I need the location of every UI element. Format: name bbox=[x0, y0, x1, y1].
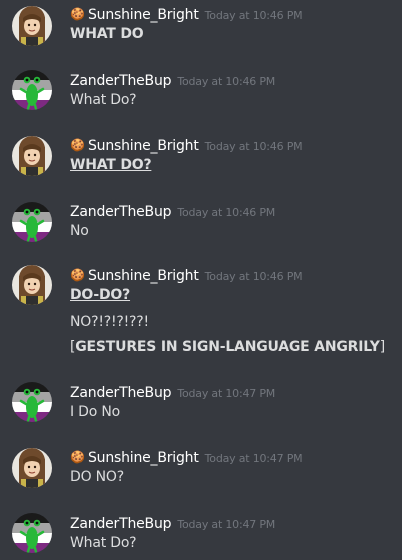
username[interactable]: Sunshine_Bright bbox=[88, 138, 199, 154]
zanderthebup-avatar[interactable] bbox=[12, 513, 52, 553]
message-header: 🍪 Sunshine_Bright Today at 10:47 PM bbox=[70, 447, 303, 466]
username[interactable]: ZanderTheBup bbox=[70, 385, 172, 401]
message-text: What Do? bbox=[70, 535, 137, 551]
timestamp[interactable]: Today at 10:46 PM bbox=[205, 270, 303, 283]
username[interactable]: Sunshine_Bright bbox=[88, 268, 199, 284]
message-text: NO?!?!?!??! bbox=[70, 314, 149, 330]
timestamp[interactable]: Today at 10:46 PM bbox=[177, 206, 275, 219]
zanderthebup-avatar[interactable] bbox=[12, 202, 52, 242]
bracket-close: ] bbox=[379, 339, 385, 355]
sunshine-bright-avatar[interactable] bbox=[12, 265, 52, 305]
username[interactable]: ZanderTheBup bbox=[70, 73, 172, 89]
message-header: ZanderTheBup Today at 10:46 PM bbox=[70, 70, 275, 89]
username[interactable]: ZanderTheBup bbox=[70, 516, 172, 532]
zanderthebup-avatar[interactable] bbox=[12, 70, 52, 110]
timestamp[interactable]: Today at 10:47 PM bbox=[205, 452, 303, 465]
message-header: 🍪 Sunshine_Bright Today at 10:46 PM bbox=[70, 4, 303, 23]
timestamp[interactable]: Today at 10:46 PM bbox=[205, 140, 303, 153]
timestamp[interactable]: Today at 10:46 PM bbox=[177, 75, 275, 88]
cookie-icon: 🍪 bbox=[70, 7, 85, 21]
message-header: 🍪 Sunshine_Bright Today at 10:46 PM bbox=[70, 265, 303, 284]
sunshine-bright-avatar[interactable] bbox=[12, 6, 52, 46]
username[interactable]: ZanderTheBup bbox=[70, 204, 172, 220]
message-text: WHAT DO? bbox=[70, 157, 152, 173]
bold-action-text: GESTURES IN SIGN-LANGUAGE ANGRILY bbox=[75, 339, 380, 355]
message-text: I Do No bbox=[70, 404, 121, 420]
message-text: No bbox=[70, 223, 89, 239]
message-text: [GESTURES IN SIGN-LANGUAGE ANGRILY] bbox=[70, 339, 385, 355]
cookie-icon: 🍪 bbox=[70, 450, 85, 464]
sunshine-bright-avatar[interactable] bbox=[12, 448, 52, 488]
cookie-icon: 🍪 bbox=[70, 268, 85, 282]
timestamp[interactable]: Today at 10:47 PM bbox=[177, 387, 275, 400]
zanderthebup-avatar[interactable] bbox=[12, 382, 52, 422]
timestamp[interactable]: Today at 10:46 PM bbox=[205, 9, 303, 22]
message-header: 🍪 Sunshine_Bright Today at 10:46 PM bbox=[70, 135, 303, 154]
username[interactable]: Sunshine_Bright bbox=[88, 450, 199, 466]
username[interactable]: Sunshine_Bright bbox=[88, 7, 199, 23]
timestamp[interactable]: Today at 10:47 PM bbox=[177, 518, 275, 531]
message-text: What Do? bbox=[70, 92, 137, 108]
message-text: DO NO? bbox=[70, 469, 124, 485]
sunshine-bright-avatar[interactable] bbox=[12, 136, 52, 176]
message-header: ZanderTheBup Today at 10:47 PM bbox=[70, 382, 275, 401]
cookie-icon: 🍪 bbox=[70, 138, 85, 152]
message-text: DO-DO? bbox=[70, 287, 131, 303]
message-header: ZanderTheBup Today at 10:47 PM bbox=[70, 513, 275, 532]
message-header: ZanderTheBup Today at 10:46 PM bbox=[70, 201, 275, 220]
message-text: WHAT DO bbox=[70, 26, 144, 42]
